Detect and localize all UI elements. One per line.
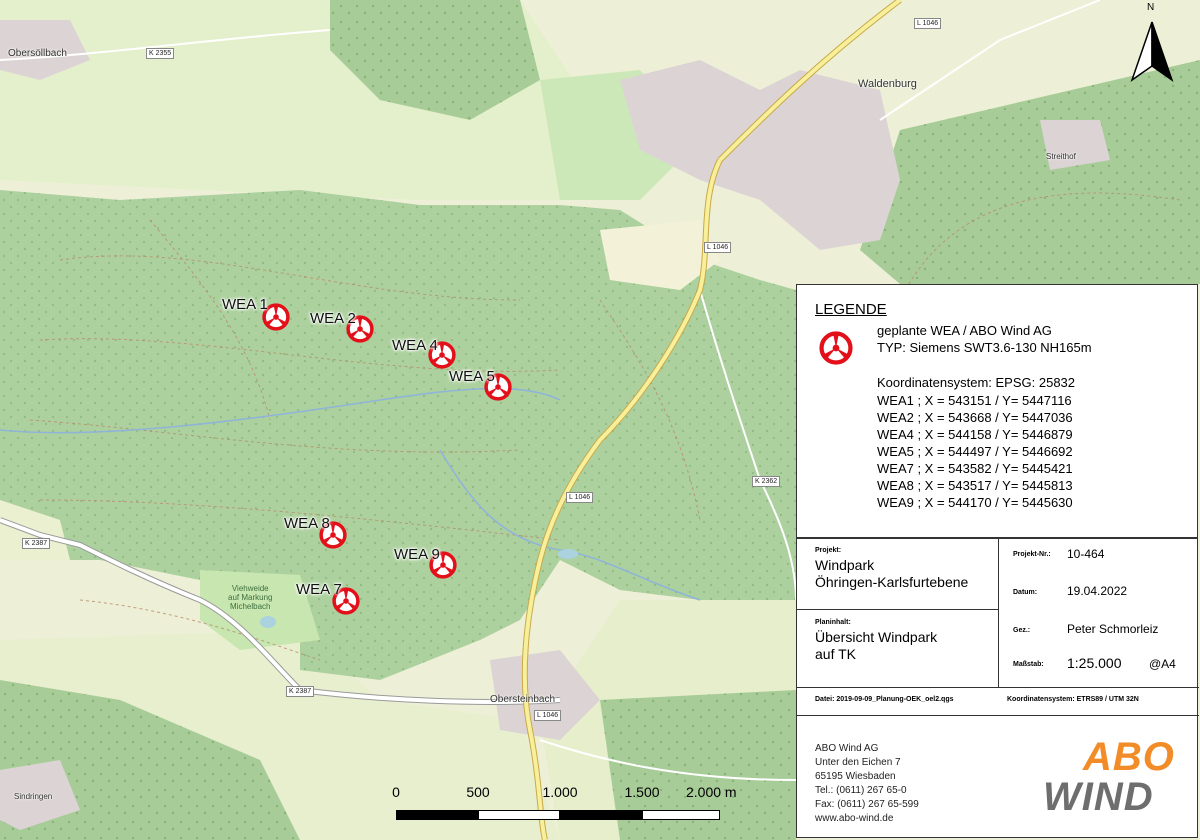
divider [998, 539, 999, 687]
projekt-label: Projekt: [815, 547, 842, 554]
road-label-k2362: K 2362 [752, 476, 781, 487]
turbine-label: WEA 2 [310, 310, 356, 327]
turbine-label: WEA 7 [296, 581, 342, 598]
abo-wind-logo-wind: WIND [1043, 775, 1154, 819]
scale-segment [478, 810, 560, 820]
legend-coordinate: WEA4 ; X = 544158 / Y= 5446879 [877, 427, 1073, 442]
scale-label: 1.500 [624, 784, 660, 800]
datum-value: 19.04.2022 [1067, 584, 1128, 598]
projektnr-label: Projekt-Nr.: [1013, 551, 1051, 558]
company-phone: Tel.: (0611) 267 65-0 [815, 785, 907, 796]
planinhalt-line2: auf TK [815, 646, 856, 662]
divider [797, 609, 998, 610]
pond [558, 549, 578, 559]
planinhalt-label: Planinhalt: [815, 619, 851, 626]
divider [797, 715, 1199, 716]
turbine-label: WEA 8 [284, 515, 330, 532]
road-label-l1046-south: L 1046 [566, 492, 594, 503]
north-letter: N [1147, 2, 1155, 13]
place-label-streithof: Streithof [1046, 152, 1076, 161]
legend-coordinate: WEA2 ; X = 543668 / Y= 5447036 [877, 410, 1073, 425]
legend-crs: Koordinatensystem: EPSG: 25832 [877, 375, 1076, 390]
divider [797, 687, 1199, 688]
road-label-l1046-north: L 1046 [914, 18, 942, 29]
koordinatensystem-label: Koordinatensystem: ETRS89 / UTM 32N [1007, 696, 1139, 703]
legend-coordinates: WEA1 ; X = 543151 / Y= 5447116 WEA2 ; X … [877, 392, 1073, 511]
projekt-line1: Windpark [815, 557, 875, 573]
gez-label: Gez.: [1013, 627, 1031, 634]
wind-turbine-icon [819, 331, 853, 365]
company-website[interactable]: www.abo-wind.de [815, 813, 893, 824]
map-label-viehweide: Viehweide auf Markung Michelbach [228, 584, 273, 611]
road-label-k2387-south: K 2387 [286, 686, 315, 697]
gez-value: Peter Schmorleiz [1067, 622, 1159, 636]
legend-coordinate: WEA1 ; X = 543151 / Y= 5447116 [877, 393, 1072, 408]
datum-label: Datum: [1013, 589, 1038, 596]
massstab-value: 1:25.000 [1067, 655, 1122, 671]
road-label-l1046-bottom: L 1046 [534, 710, 562, 721]
place-label-sindringen: Sindringen [14, 792, 53, 801]
scale-segment [396, 810, 478, 820]
scale-label: 2.000 m [686, 784, 737, 800]
pond [260, 616, 276, 628]
place-label-obersoellbach: Obersöllbach [8, 48, 67, 59]
scale-label: 500 [466, 784, 490, 800]
turbine-label: WEA 1 [222, 296, 268, 313]
place-label-obersteinbach: Obersteinbach [490, 694, 556, 705]
company-street: Unter den Eichen 7 [815, 757, 901, 768]
company-name: ABO Wind AG [815, 743, 879, 754]
projekt-line2: Öhringen-Karlsfurtebene [815, 574, 969, 590]
scale-label: 1.000 [542, 784, 578, 800]
legend-coordinate: WEA8 ; X = 543517 / Y= 5445813 [877, 478, 1073, 493]
turbine-label: WEA 5 [449, 368, 495, 385]
scale-segment [642, 810, 720, 820]
paper-size-value: @A4 [1149, 657, 1176, 671]
abo-wind-logo: ABO [1083, 735, 1175, 779]
legend-coordinate: WEA9 ; X = 544170 / Y= 5445630 [877, 495, 1073, 510]
road-label-k2387-west: K 2387 [22, 538, 51, 549]
scale-label: 0 [392, 784, 400, 800]
place-label-waldenburg: Waldenburg [858, 78, 917, 90]
datei-label: Datei: 2019-09-09_Planung-OEK_oel2.qgs [815, 696, 954, 703]
road-label-k2355: K 2355 [146, 48, 175, 59]
turbine-label: WEA 9 [394, 546, 440, 563]
turbine-label: WEA 4 [392, 337, 438, 354]
road-label-l1046-mid: L 1046 [704, 242, 732, 253]
legend-coordinate: WEA5 ; X = 544497 / Y= 5446692 [877, 444, 1073, 459]
legend-title: LEGENDE [815, 301, 887, 318]
legend-type-line2: TYP: Siemens SWT3.6-130 NH165m [877, 340, 1092, 355]
massstab-label: Maßstab: [1013, 661, 1044, 668]
scale-bar: 0 500 1.000 1.500 2.000 m [392, 784, 737, 824]
legend-coordinate: WEA7 ; X = 543582 / Y= 5445421 [877, 461, 1073, 476]
legend-panel: LEGENDE geplante WEA / ABO Wind AG TYP: … [796, 284, 1198, 538]
planinhalt-line1: Übersicht Windpark [815, 629, 938, 645]
projektnr-value: 10-464 [1067, 547, 1105, 561]
scale-segment [560, 810, 642, 820]
company-city: 65195 Wiesbaden [815, 771, 896, 782]
company-fax: Fax: (0611) 267 65-599 [815, 799, 919, 810]
legend-type-line1: geplante WEA / ABO Wind AG [877, 323, 1052, 338]
title-block: Projekt: Windpark Öhringen-Karlsfurteben… [796, 538, 1199, 838]
